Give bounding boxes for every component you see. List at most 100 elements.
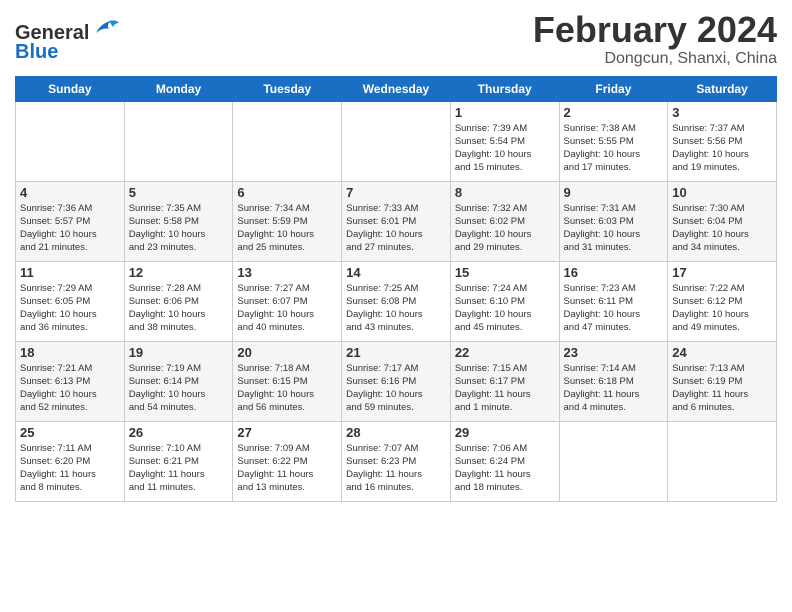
day-info: Sunrise: 7:27 AM Sunset: 6:07 PM Dayligh… [237,282,337,335]
day-number: 2 [564,105,664,120]
calendar-cell: 10 Sunrise: 7:30 AM Sunset: 6:04 PM Dayli… [668,181,777,261]
calendar-cell: 1 Sunrise: 7:39 AM Sunset: 5:54 PM Daylig… [450,101,559,181]
day-number: 27 [237,425,337,440]
calendar-cell: 17 Sunrise: 7:22 AM Sunset: 6:12 PM Dayli… [668,261,777,341]
day-info: Sunrise: 7:07 AM Sunset: 6:23 PM Dayligh… [346,442,446,495]
calendar-cell: 4 Sunrise: 7:36 AM Sunset: 5:57 PM Daylig… [16,181,125,261]
calendar-cell: 25 Sunrise: 7:11 AM Sunset: 6:20 PM Dayli… [16,421,125,501]
day-info: Sunrise: 7:35 AM Sunset: 5:58 PM Dayligh… [129,202,229,255]
location: Dongcun, Shanxi, China [533,50,777,68]
day-info: Sunrise: 7:11 AM Sunset: 6:20 PM Dayligh… [20,442,120,495]
day-number: 3 [672,105,772,120]
title-section: February 2024 Dongcun, Shanxi, China [533,10,777,68]
day-number: 4 [20,185,120,200]
day-info: Sunrise: 7:39 AM Sunset: 5:54 PM Dayligh… [455,122,555,175]
day-info: Sunrise: 7:17 AM Sunset: 6:16 PM Dayligh… [346,362,446,415]
day-info: Sunrise: 7:15 AM Sunset: 6:17 PM Dayligh… [455,362,555,415]
calendar-cell: 6Sunrise: 7:34 AM Sunset: 5:59 PM Daylig… [233,181,342,261]
day-info: Sunrise: 7:21 AM Sunset: 6:13 PM Dayligh… [20,362,120,415]
day-info: Sunrise: 7:38 AM Sunset: 5:55 PM Dayligh… [564,122,664,175]
day-number: 10 [672,185,772,200]
calendar-week-row: 25 Sunrise: 7:11 AM Sunset: 6:20 PM Dayli… [16,421,777,501]
day-number: 16 [564,265,664,280]
col-saturday: Saturday [668,76,777,101]
calendar-cell: 27 Sunrise: 7:09 AM Sunset: 6:22 PM Dayli… [233,421,342,501]
calendar-cell [124,101,233,181]
calendar-cell: 19 Sunrise: 7:19 AM Sunset: 6:14 PM Dayli… [124,341,233,421]
calendar-cell [16,101,125,181]
day-info: Sunrise: 7:23 AM Sunset: 6:11 PM Dayligh… [564,282,664,335]
calendar-week-row: 4 Sunrise: 7:36 AM Sunset: 5:57 PM Daylig… [16,181,777,261]
day-number: 15 [455,265,555,280]
calendar-cell: 26 Sunrise: 7:10 AM Sunset: 6:21 PM Dayli… [124,421,233,501]
logo: General Blue [15,15,121,62]
day-number: 26 [129,425,229,440]
calendar-cell: 20Sunrise: 7:18 AM Sunset: 6:15 PM Dayli… [233,341,342,421]
calendar-cell: 21 Sunrise: 7:17 AM Sunset: 6:16 PM Dayli… [342,341,451,421]
calendar-cell [668,421,777,501]
day-info: Sunrise: 7:06 AM Sunset: 6:24 PM Dayligh… [455,442,555,495]
day-info: Sunrise: 7:33 AM Sunset: 6:01 PM Dayligh… [346,202,446,255]
calendar-cell: 14 Sunrise: 7:25 AM Sunset: 6:08 PM Dayli… [342,261,451,341]
day-number: 24 [672,345,772,360]
col-wednesday: Wednesday [342,76,451,101]
day-number: 25 [20,425,120,440]
day-info: Sunrise: 7:18 AM Sunset: 6:15 PM Dayligh… [237,362,337,415]
day-info: Sunrise: 7:31 AM Sunset: 6:03 PM Dayligh… [564,202,664,255]
day-number: 12 [129,265,229,280]
col-thursday: Thursday [450,76,559,101]
day-number: 5 [129,185,229,200]
day-info: Sunrise: 7:10 AM Sunset: 6:21 PM Dayligh… [129,442,229,495]
calendar-cell: 5 Sunrise: 7:35 AM Sunset: 5:58 PM Daylig… [124,181,233,261]
day-number: 1 [455,105,555,120]
day-number: 21 [346,345,446,360]
header-row: Sunday Monday Tuesday Wednesday Thursday… [16,76,777,101]
day-number: 14 [346,265,446,280]
day-number: 28 [346,425,446,440]
calendar-table: Sunday Monday Tuesday Wednesday Thursday… [15,76,777,502]
day-info: Sunrise: 7:28 AM Sunset: 6:06 PM Dayligh… [129,282,229,335]
col-sunday: Sunday [16,76,125,101]
day-number: 18 [20,345,120,360]
calendar-week-row: 18 Sunrise: 7:21 AM Sunset: 6:13 PM Dayli… [16,341,777,421]
day-number: 11 [20,265,120,280]
calendar-cell: 3 Sunrise: 7:37 AM Sunset: 5:56 PM Daylig… [668,101,777,181]
calendar-cell [559,421,668,501]
calendar-cell: 11Sunrise: 7:29 AM Sunset: 6:05 PM Dayli… [16,261,125,341]
day-number: 8 [455,185,555,200]
col-tuesday: Tuesday [233,76,342,101]
logo-text: General [15,15,121,44]
calendar-cell: 7Sunrise: 7:33 AM Sunset: 6:01 PM Daylig… [342,181,451,261]
calendar-cell: 13Sunrise: 7:27 AM Sunset: 6:07 PM Dayli… [233,261,342,341]
day-number: 29 [455,425,555,440]
day-number: 17 [672,265,772,280]
calendar-cell: 8 Sunrise: 7:32 AM Sunset: 6:02 PM Daylig… [450,181,559,261]
day-info: Sunrise: 7:09 AM Sunset: 6:22 PM Dayligh… [237,442,337,495]
day-info: Sunrise: 7:22 AM Sunset: 6:12 PM Dayligh… [672,282,772,335]
day-number: 9 [564,185,664,200]
calendar-cell: 9 Sunrise: 7:31 AM Sunset: 6:03 PM Daylig… [559,181,668,261]
day-info: Sunrise: 7:30 AM Sunset: 6:04 PM Dayligh… [672,202,772,255]
day-info: Sunrise: 7:25 AM Sunset: 6:08 PM Dayligh… [346,282,446,335]
header: General Blue February 2024 Dongcun, Shan… [15,10,777,68]
calendar-cell: 16 Sunrise: 7:23 AM Sunset: 6:11 PM Dayli… [559,261,668,341]
day-number: 22 [455,345,555,360]
logo-bird-icon [91,15,121,39]
calendar-cell [342,101,451,181]
month-title: February 2024 [533,10,777,50]
day-number: 6 [237,185,337,200]
day-info: Sunrise: 7:32 AM Sunset: 6:02 PM Dayligh… [455,202,555,255]
day-info: Sunrise: 7:36 AM Sunset: 5:57 PM Dayligh… [20,202,120,255]
calendar-cell [233,101,342,181]
calendar-week-row: 11Sunrise: 7:29 AM Sunset: 6:05 PM Dayli… [16,261,777,341]
calendar-cell: 23Sunrise: 7:14 AM Sunset: 6:18 PM Dayli… [559,341,668,421]
calendar-cell: 18 Sunrise: 7:21 AM Sunset: 6:13 PM Dayli… [16,341,125,421]
col-monday: Monday [124,76,233,101]
day-number: 19 [129,345,229,360]
calendar-cell: 2 Sunrise: 7:38 AM Sunset: 5:55 PM Daylig… [559,101,668,181]
calendar-cell: 15Sunrise: 7:24 AM Sunset: 6:10 PM Dayli… [450,261,559,341]
calendar-cell: 24 Sunrise: 7:13 AM Sunset: 6:19 PM Dayli… [668,341,777,421]
day-info: Sunrise: 7:37 AM Sunset: 5:56 PM Dayligh… [672,122,772,175]
day-info: Sunrise: 7:13 AM Sunset: 6:19 PM Dayligh… [672,362,772,415]
day-info: Sunrise: 7:19 AM Sunset: 6:14 PM Dayligh… [129,362,229,415]
